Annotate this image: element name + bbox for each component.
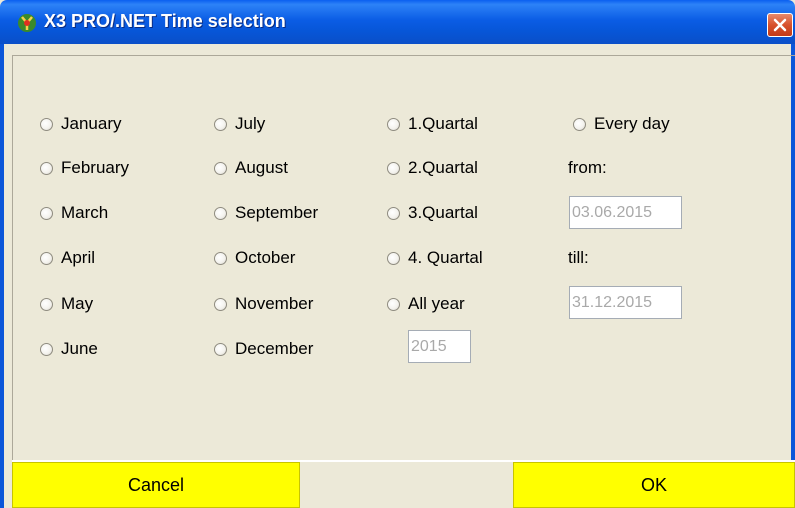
radio-circle (214, 117, 227, 131)
radio-circle (40, 251, 53, 265)
radio-label: April (61, 248, 96, 267)
radio-label: July (235, 114, 266, 133)
radio-december[interactable]: December (214, 339, 313, 359)
radio-february[interactable]: February (40, 158, 129, 178)
radio-circle (387, 206, 400, 220)
radio-label: September (235, 203, 319, 222)
radio-circle (214, 206, 227, 220)
from-label: from: (568, 158, 607, 177)
radio-label: August (235, 158, 288, 177)
radio-label: March (61, 203, 109, 222)
radio-circle (40, 206, 53, 220)
radio-june[interactable]: June (40, 339, 98, 359)
title-bar[interactable]: X3 PRO/.NET Time selection (0, 0, 795, 44)
radio-label: Every day (594, 114, 670, 133)
radio-circle (214, 161, 227, 175)
radio-circle (214, 251, 227, 265)
close-button[interactable] (767, 13, 793, 37)
time-selection-dialog: X3 PRO/.NET Time selection January Febru… (0, 0, 795, 508)
radio-circle (40, 342, 53, 356)
radio-circle (214, 342, 227, 356)
radio-label: December (235, 339, 314, 358)
window-frame-left (0, 44, 4, 508)
x3-app-icon (18, 14, 36, 32)
radio-november[interactable]: November (214, 294, 313, 314)
radio-every-day[interactable]: Every day (573, 114, 670, 134)
radio-quartal-3[interactable]: 3.Quartal (387, 203, 478, 223)
radio-label: May (61, 294, 94, 313)
radio-march[interactable]: March (40, 203, 108, 223)
radio-label: October (235, 248, 296, 267)
radio-label: January (61, 114, 122, 133)
radio-circle (40, 161, 53, 175)
radio-label: November (235, 294, 314, 313)
radio-circle (214, 297, 227, 311)
radio-label: 2.Quartal (408, 158, 478, 177)
close-icon (773, 18, 787, 32)
radio-august[interactable]: August (214, 158, 288, 178)
radio-january[interactable]: January (40, 114, 121, 134)
radio-september[interactable]: September (214, 203, 318, 223)
radio-quartal-1[interactable]: 1.Quartal (387, 114, 478, 134)
radio-circle (40, 297, 53, 311)
from-date-field[interactable] (569, 196, 682, 229)
radio-may[interactable]: May (40, 294, 93, 314)
radio-circle (387, 117, 400, 131)
radio-label: 1.Quartal (408, 114, 478, 133)
radio-label: June (61, 339, 98, 358)
radio-circle (573, 117, 586, 131)
radio-label: 3.Quartal (408, 203, 478, 222)
radio-circle (387, 161, 400, 175)
radio-quartal-4[interactable]: 4. Quartal (387, 248, 483, 268)
radio-label: February (61, 158, 130, 177)
radio-circle (40, 117, 53, 131)
radio-all-year[interactable]: All year (387, 294, 465, 314)
radio-october[interactable]: October (214, 248, 295, 268)
ok-button[interactable]: OK (513, 462, 795, 508)
year-field[interactable] (408, 330, 471, 363)
cancel-button[interactable]: Cancel (12, 462, 300, 508)
radio-april[interactable]: April (40, 248, 95, 268)
radio-circle (387, 297, 400, 311)
radio-label: 4. Quartal (408, 248, 483, 267)
till-label: till: (568, 248, 589, 267)
till-date-field[interactable] (569, 286, 682, 319)
radio-label: All year (408, 294, 465, 313)
radio-circle (387, 251, 400, 265)
radio-quartal-2[interactable]: 2.Quartal (387, 158, 478, 178)
radio-july[interactable]: July (214, 114, 265, 134)
window-title: X3 PRO/.NET Time selection (44, 11, 286, 31)
